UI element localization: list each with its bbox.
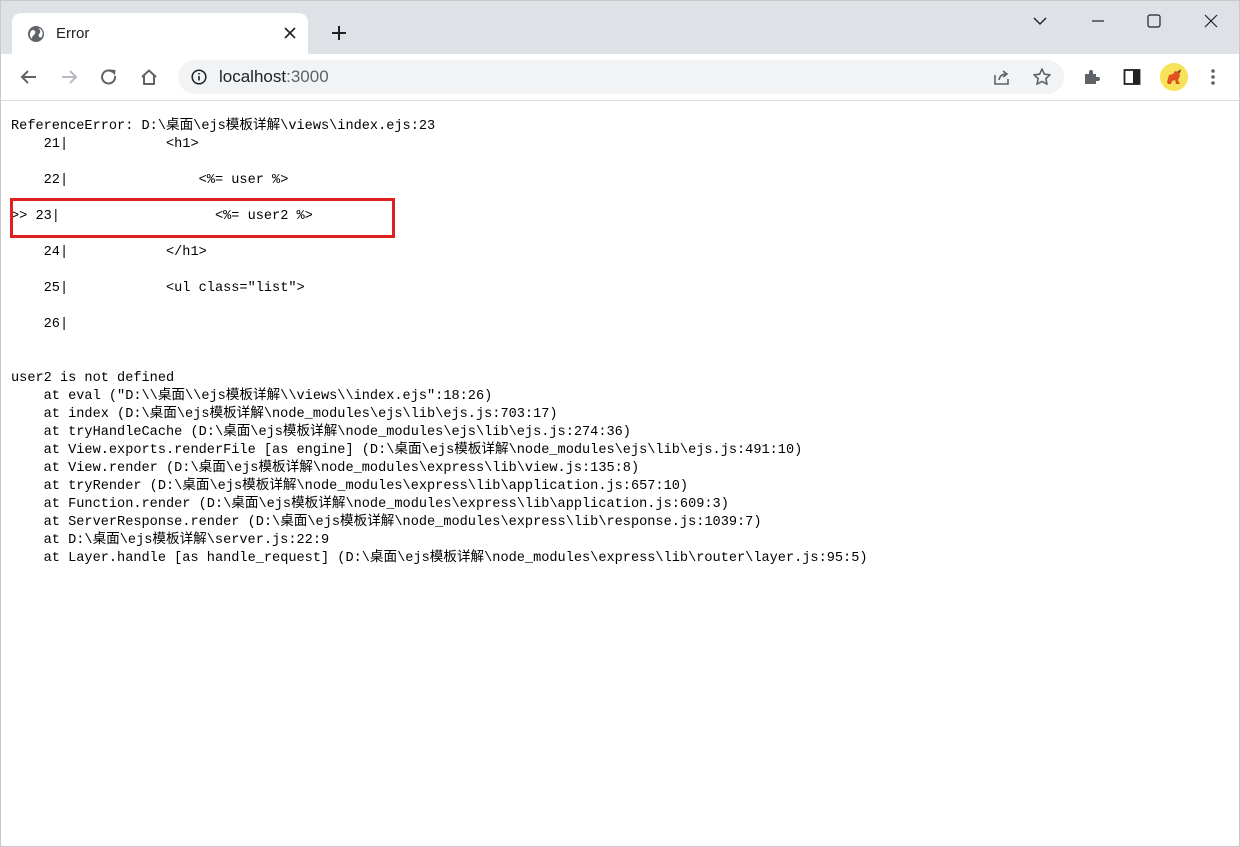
side-panel-icon[interactable]	[1116, 61, 1148, 93]
home-icon[interactable]	[133, 61, 165, 93]
menu-icon[interactable]	[1197, 61, 1229, 93]
page-content: ReferenceError: D:\桌面\ejs模板详解\views\inde…	[1, 101, 1239, 846]
reload-icon[interactable]	[93, 61, 125, 93]
toolbar: localhost:3000	[1, 54, 1239, 101]
profile-avatar[interactable]	[1160, 63, 1188, 91]
url-host: localhost	[219, 67, 287, 86]
extensions-icon[interactable]	[1076, 61, 1108, 93]
minimize-icon[interactable]	[1075, 7, 1121, 35]
share-icon[interactable]	[990, 65, 1014, 89]
tab-error[interactable]: Error	[12, 13, 308, 54]
close-icon[interactable]	[1188, 7, 1234, 35]
info-icon[interactable]	[190, 68, 208, 86]
globe-icon	[27, 25, 45, 43]
star-icon[interactable]	[1030, 65, 1054, 89]
back-icon[interactable]	[13, 61, 45, 93]
close-icon[interactable]	[280, 23, 300, 43]
chevron-down-icon[interactable]	[1017, 7, 1063, 35]
url-text[interactable]: localhost:3000	[219, 67, 329, 87]
address-bar[interactable]: localhost:3000	[178, 60, 1064, 94]
plus-icon[interactable]	[327, 21, 351, 45]
tab-strip: Error	[1, 1, 1239, 54]
url-port: :3000	[286, 67, 329, 86]
error-stack-trace: ReferenceError: D:\桌面\ejs模板详解\views\inde…	[11, 119, 868, 566]
browser-window: Error localhost:3000 ReferenceError: D:\…	[0, 0, 1240, 847]
error-line-highlight	[10, 198, 395, 238]
maximize-icon[interactable]	[1131, 7, 1177, 35]
tab-title: Error	[56, 25, 90, 42]
forward-icon[interactable]	[53, 61, 85, 93]
